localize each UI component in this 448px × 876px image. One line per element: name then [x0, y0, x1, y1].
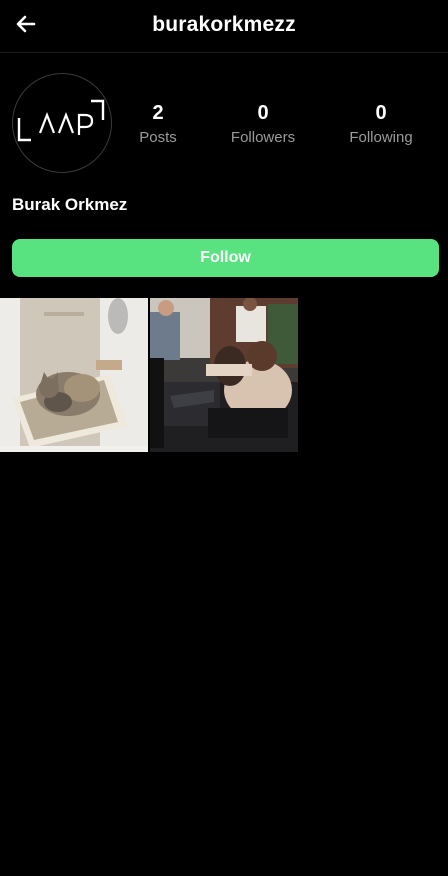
stat-following[interactable]: 0 Following [321, 101, 441, 149]
cat-photo [0, 298, 148, 452]
post-thumbnail-office[interactable] [150, 298, 298, 452]
followers-label: Followers [230, 129, 296, 146]
posts-grid [0, 298, 448, 452]
following-label: Following [349, 129, 413, 146]
avatar[interactable] [12, 73, 112, 173]
stat-followers[interactable]: 0 Followers [203, 101, 323, 149]
following-count: 0 [375, 102, 387, 124]
office-photo [150, 298, 298, 452]
posts-count: 2 [152, 102, 164, 124]
page-title: burakorkmezz [152, 13, 296, 36]
stat-posts[interactable]: 2 Posts [98, 101, 218, 149]
top-bar: burakorkmezz [0, 0, 448, 53]
follow-button[interactable]: Follow [12, 239, 439, 277]
post-thumbnail-cat[interactable] [0, 298, 148, 452]
profile-name: Burak Orkmez [12, 195, 128, 214]
followers-count: 0 [257, 102, 269, 124]
posts-label: Posts [139, 129, 177, 146]
